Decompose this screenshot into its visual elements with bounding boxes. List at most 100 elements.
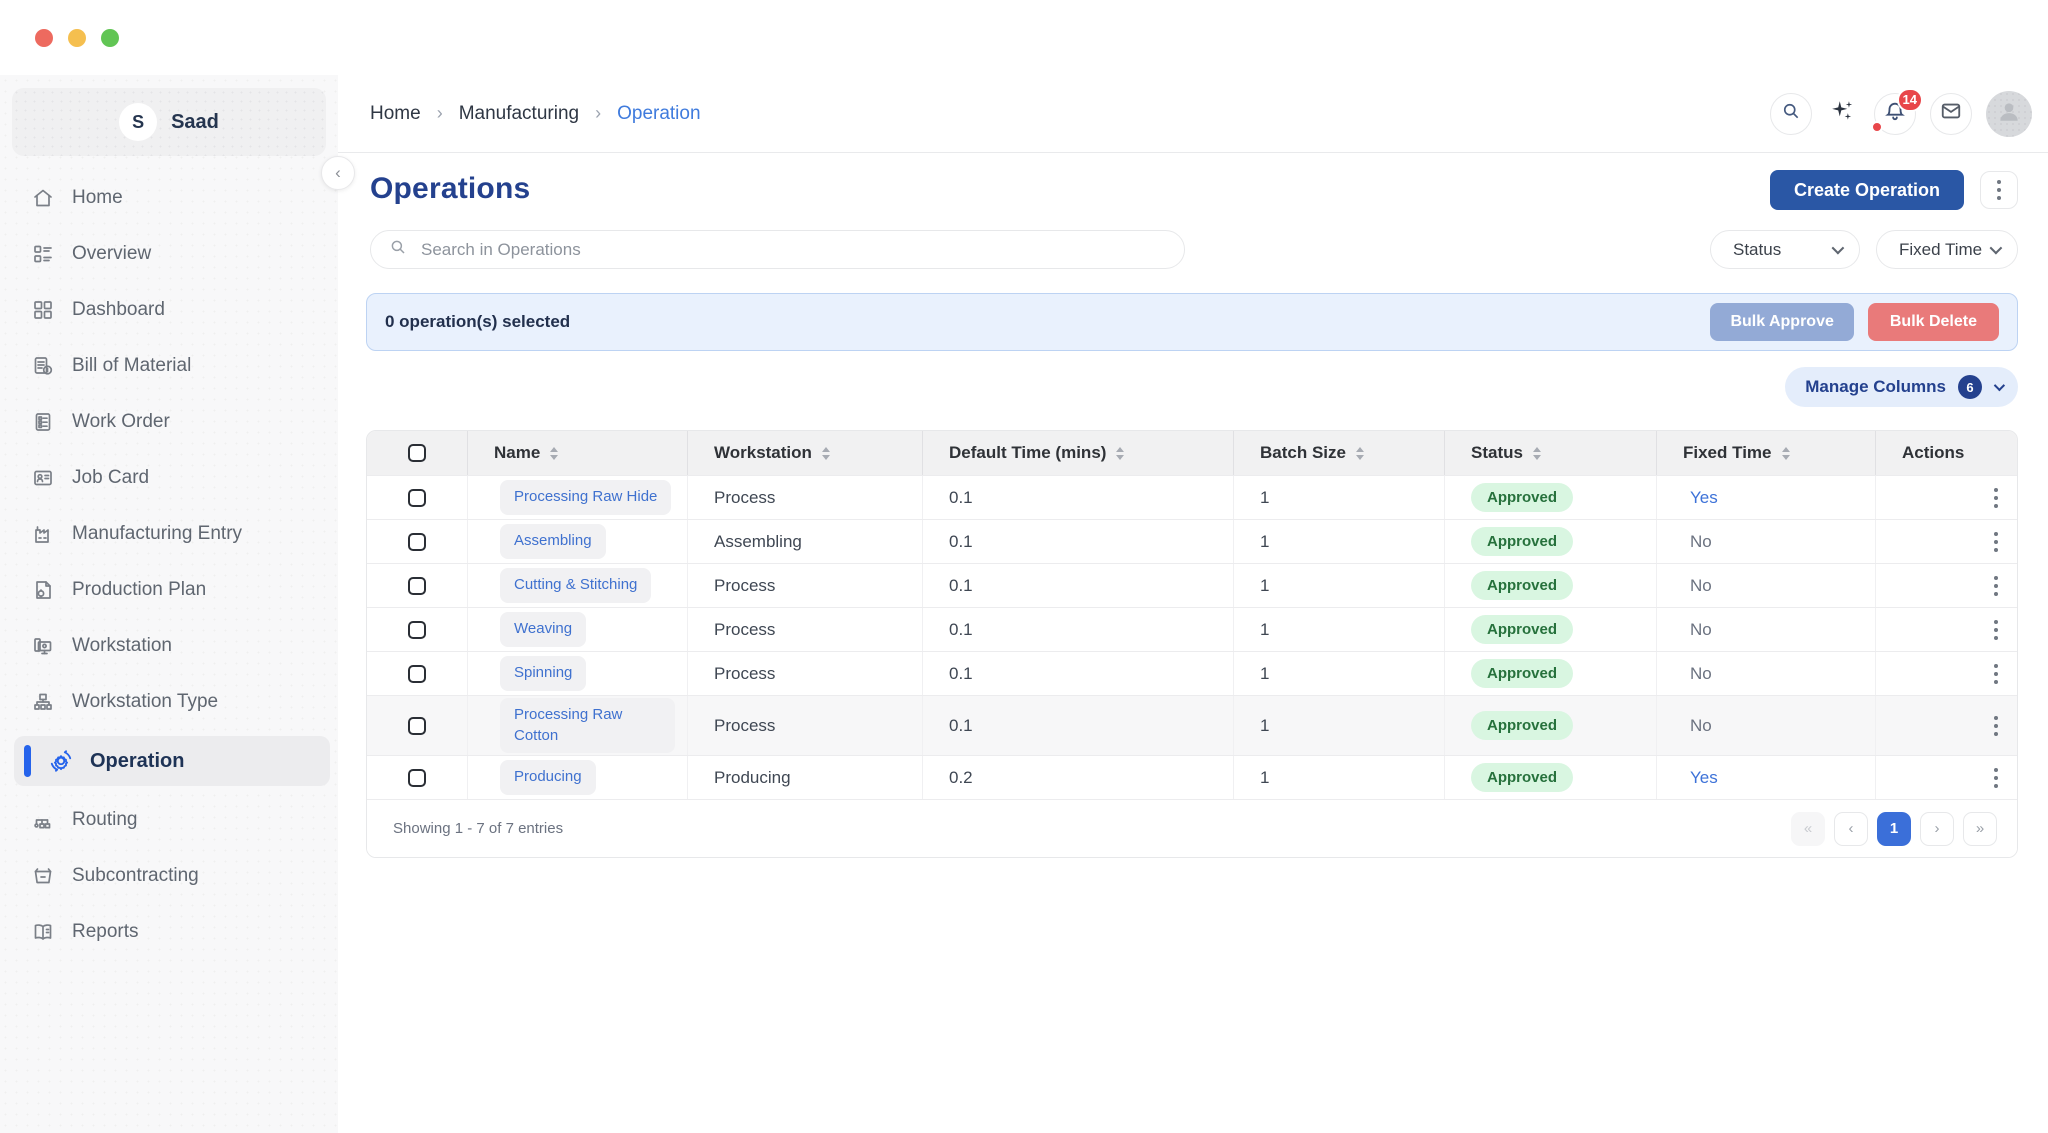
column-header-label: Actions: [1902, 443, 1964, 463]
row-checkbox[interactable]: [408, 621, 426, 639]
fixed-time-filter-dropdown[interactable]: Fixed Time: [1876, 230, 2018, 269]
row-checkbox[interactable]: [408, 533, 426, 551]
operation-name-link[interactable]: Processing Raw Hide: [500, 480, 671, 514]
sort-icon[interactable]: [550, 447, 558, 460]
ai-assistant-button[interactable]: [1826, 98, 1860, 129]
title-row: Operations Create Operation: [338, 170, 2048, 214]
row-checkbox[interactable]: [408, 577, 426, 595]
column-header-status[interactable]: Status: [1444, 431, 1656, 475]
page-more-actions-button[interactable]: [1980, 171, 2018, 209]
status-cell: Approved: [1444, 520, 1656, 563]
operation-name-cell: Processing Raw Hide: [467, 476, 687, 519]
pagination-page-1-button[interactable]: 1: [1877, 812, 1911, 846]
row-actions-menu-button[interactable]: [1988, 710, 2004, 742]
sidebar-item-operation[interactable]: Operation: [14, 736, 330, 786]
operation-name-link[interactable]: Processing Raw Cotton: [500, 698, 675, 753]
window-minimize-button[interactable]: [68, 29, 86, 47]
row-actions-menu-button[interactable]: [1988, 482, 2004, 514]
operation-name-link[interactable]: Cutting & Stitching: [500, 568, 651, 602]
workstation-value: Producing: [714, 768, 791, 788]
fixed-time-cell: No: [1656, 608, 1875, 651]
fixed-time-value[interactable]: Yes: [1683, 488, 1718, 508]
sort-icon[interactable]: [822, 447, 830, 460]
sidebar-item-label: Job Card: [72, 467, 149, 489]
column-header-name[interactable]: Name: [467, 431, 687, 475]
workstation-cell: Process: [687, 652, 922, 695]
search-button[interactable]: [1770, 93, 1812, 135]
row-checkbox[interactable]: [408, 717, 426, 735]
column-header-actions: Actions: [1875, 431, 2018, 475]
sidebar-collapse-button[interactable]: ‹: [321, 156, 355, 190]
pagination-last-button[interactable]: »: [1963, 812, 1997, 846]
status-badge: Approved: [1471, 527, 1573, 556]
sparkles-icon: [1830, 98, 1856, 129]
sidebar-item-work-order[interactable]: Work Order: [0, 400, 330, 444]
messages-button[interactable]: [1930, 93, 1972, 135]
default-time-value: 0.1: [949, 532, 973, 552]
fixed-time-cell: No: [1656, 520, 1875, 563]
select-all-checkbox[interactable]: [408, 444, 426, 462]
workstation-cell: Process: [687, 564, 922, 607]
row-checkbox[interactable]: [408, 769, 426, 787]
sidebar-item-subcontracting[interactable]: Subcontracting: [0, 854, 330, 898]
status-filter-dropdown[interactable]: Status: [1710, 230, 1860, 269]
row-actions-menu-button[interactable]: [1988, 570, 2004, 602]
row-actions-menu-button[interactable]: [1988, 526, 2004, 558]
manage-columns-button[interactable]: Manage Columns 6: [1785, 367, 2018, 407]
create-operation-button[interactable]: Create Operation: [1770, 170, 1964, 210]
column-header-fixed-time[interactable]: Fixed Time: [1656, 431, 1875, 475]
operation-name-link[interactable]: Weaving: [500, 612, 586, 646]
operation-name-link[interactable]: Producing: [500, 760, 596, 794]
search-input[interactable]: [421, 240, 1166, 260]
sort-icon[interactable]: [1782, 447, 1790, 460]
sidebar-item-workstation-type[interactable]: Workstation Type: [0, 680, 330, 724]
batch-size-cell: 1: [1233, 520, 1444, 563]
manage-columns-count-badge: 6: [1958, 375, 1982, 399]
row-checkbox[interactable]: [408, 665, 426, 683]
operation-name-link[interactable]: Assembling: [500, 524, 606, 558]
notifications-button[interactable]: 14: [1874, 93, 1916, 135]
sort-icon[interactable]: [1116, 447, 1124, 460]
sidebar-item-bill-of-material[interactable]: Bill of Material: [0, 344, 330, 388]
sidebar-item-workstation[interactable]: Workstation: [0, 624, 330, 668]
column-header-workstation[interactable]: Workstation: [687, 431, 922, 475]
bill-of-material-icon: [30, 353, 56, 379]
breadcrumb-home[interactable]: Home: [370, 103, 421, 125]
breadcrumb-separator-icon: ›: [595, 103, 601, 124]
user-card[interactable]: S Saad: [12, 88, 326, 156]
row-actions-menu-button[interactable]: [1988, 762, 2004, 794]
breadcrumb-operation[interactable]: Operation: [617, 103, 700, 125]
profile-avatar[interactable]: [1986, 91, 2032, 137]
row-actions-menu-button[interactable]: [1988, 658, 2004, 690]
sidebar-item-job-card[interactable]: Job Card: [0, 456, 330, 500]
sort-icon[interactable]: [1533, 447, 1541, 460]
bulk-approve-button[interactable]: Bulk Approve: [1710, 303, 1853, 341]
bulk-buttons: Bulk Approve Bulk Delete: [1710, 303, 1999, 341]
sidebar-item-routing[interactable]: Routing: [0, 798, 330, 842]
sidebar-item-label: Subcontracting: [72, 865, 199, 887]
row-actions-menu-button[interactable]: [1988, 614, 2004, 646]
search-icon: [1781, 101, 1801, 126]
column-header-batch-size[interactable]: Batch Size: [1233, 431, 1444, 475]
table-row: WeavingProcess0.11ApprovedNo: [367, 607, 2017, 651]
pagination-prev-button[interactable]: ‹: [1834, 812, 1868, 846]
sidebar-item-reports[interactable]: Reports: [0, 910, 330, 954]
table-header-checkbox-cell: [367, 431, 467, 475]
fixed-time-value[interactable]: Yes: [1683, 768, 1718, 788]
bulk-delete-button[interactable]: Bulk Delete: [1868, 303, 1999, 341]
sort-icon[interactable]: [1356, 447, 1364, 460]
sidebar-item-manufacturing-entry[interactable]: Manufacturing Entry: [0, 512, 330, 556]
pagination-next-button[interactable]: ›: [1920, 812, 1954, 846]
sidebar-item-production-plan[interactable]: Production Plan: [0, 568, 330, 612]
window-zoom-button[interactable]: [101, 29, 119, 47]
operation-name-link[interactable]: Spinning: [500, 656, 586, 690]
sidebar-item-overview[interactable]: Overview: [0, 232, 330, 276]
window-close-button[interactable]: [35, 29, 53, 47]
pagination-first-button[interactable]: «: [1791, 812, 1825, 846]
row-checkbox[interactable]: [408, 489, 426, 507]
status-badge: Approved: [1471, 763, 1573, 792]
column-header-default-time-mins[interactable]: Default Time (mins): [922, 431, 1233, 475]
sidebar-item-dashboard[interactable]: Dashboard: [0, 288, 330, 332]
breadcrumb-manufacturing[interactable]: Manufacturing: [459, 103, 579, 125]
sidebar-item-home[interactable]: Home: [0, 176, 330, 220]
